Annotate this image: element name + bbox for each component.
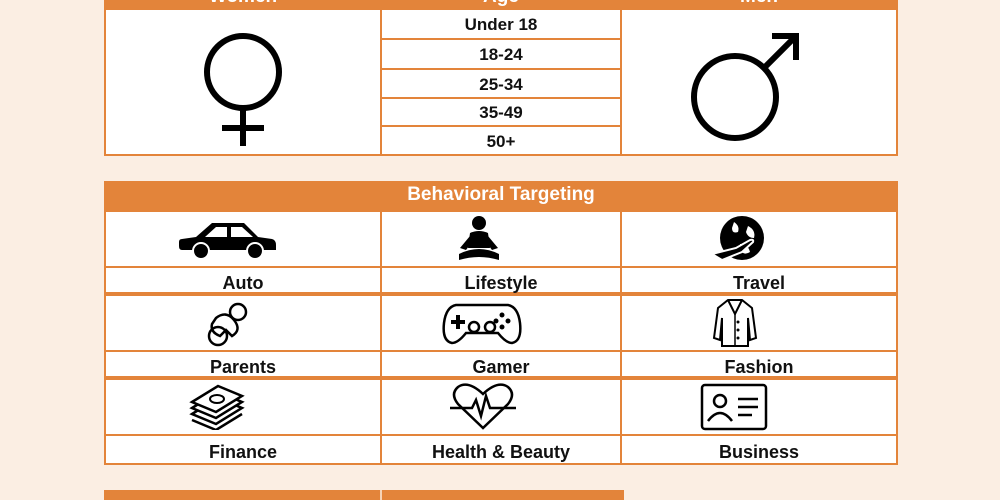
auto-icon-cell xyxy=(106,212,380,266)
category-gamer[interactable]: Gamer xyxy=(382,352,620,377)
male-symbol-icon xyxy=(682,20,808,150)
gamepad-icon xyxy=(442,299,522,347)
gamer-icon-cell xyxy=(382,296,620,350)
behavioral-title: Behavioral Targeting xyxy=(407,184,595,205)
category-travel[interactable]: Travel xyxy=(622,268,896,293)
category-business[interactable]: Business xyxy=(622,436,896,463)
pacifier-icon xyxy=(202,300,252,348)
globe-plane-icon xyxy=(710,214,768,266)
age-row: 18-24 xyxy=(382,40,620,68)
category-fashion[interactable]: Fashion xyxy=(622,352,896,377)
travel-icon-cell xyxy=(622,212,896,266)
age-row: 35-49 xyxy=(382,99,620,125)
parents-icon-cell xyxy=(106,296,380,350)
fashion-icon-cell xyxy=(622,296,896,350)
age-row: 50+ xyxy=(382,127,620,154)
men-header: Men xyxy=(622,0,896,10)
id-card-icon xyxy=(700,383,768,431)
women-cell xyxy=(106,10,380,154)
men-cell xyxy=(622,10,896,154)
finance-icon-cell xyxy=(106,380,380,434)
bottom-table-header xyxy=(104,490,624,500)
money-stack-icon xyxy=(188,384,246,430)
age-row: Under 18 xyxy=(382,10,620,38)
category-finance[interactable]: Finance xyxy=(106,436,380,463)
lifestyle-icon-cell xyxy=(382,212,620,266)
female-symbol-icon xyxy=(188,24,298,150)
category-lifestyle[interactable]: Lifestyle xyxy=(382,268,620,293)
women-header: Women xyxy=(106,0,380,10)
heartbeat-icon xyxy=(448,382,518,432)
health-icon-cell xyxy=(382,380,620,434)
age-row: 25-34 xyxy=(382,70,620,97)
category-health-beauty[interactable]: Health & Beauty xyxy=(382,436,620,463)
bottom-table-divider xyxy=(380,490,382,500)
age-header: Age xyxy=(382,0,620,10)
category-parents[interactable]: Parents xyxy=(106,352,380,377)
meditation-icon xyxy=(456,214,502,264)
car-icon xyxy=(178,217,278,261)
category-auto[interactable]: Auto xyxy=(106,268,380,293)
coat-icon xyxy=(712,298,758,348)
business-icon-cell xyxy=(622,380,896,434)
